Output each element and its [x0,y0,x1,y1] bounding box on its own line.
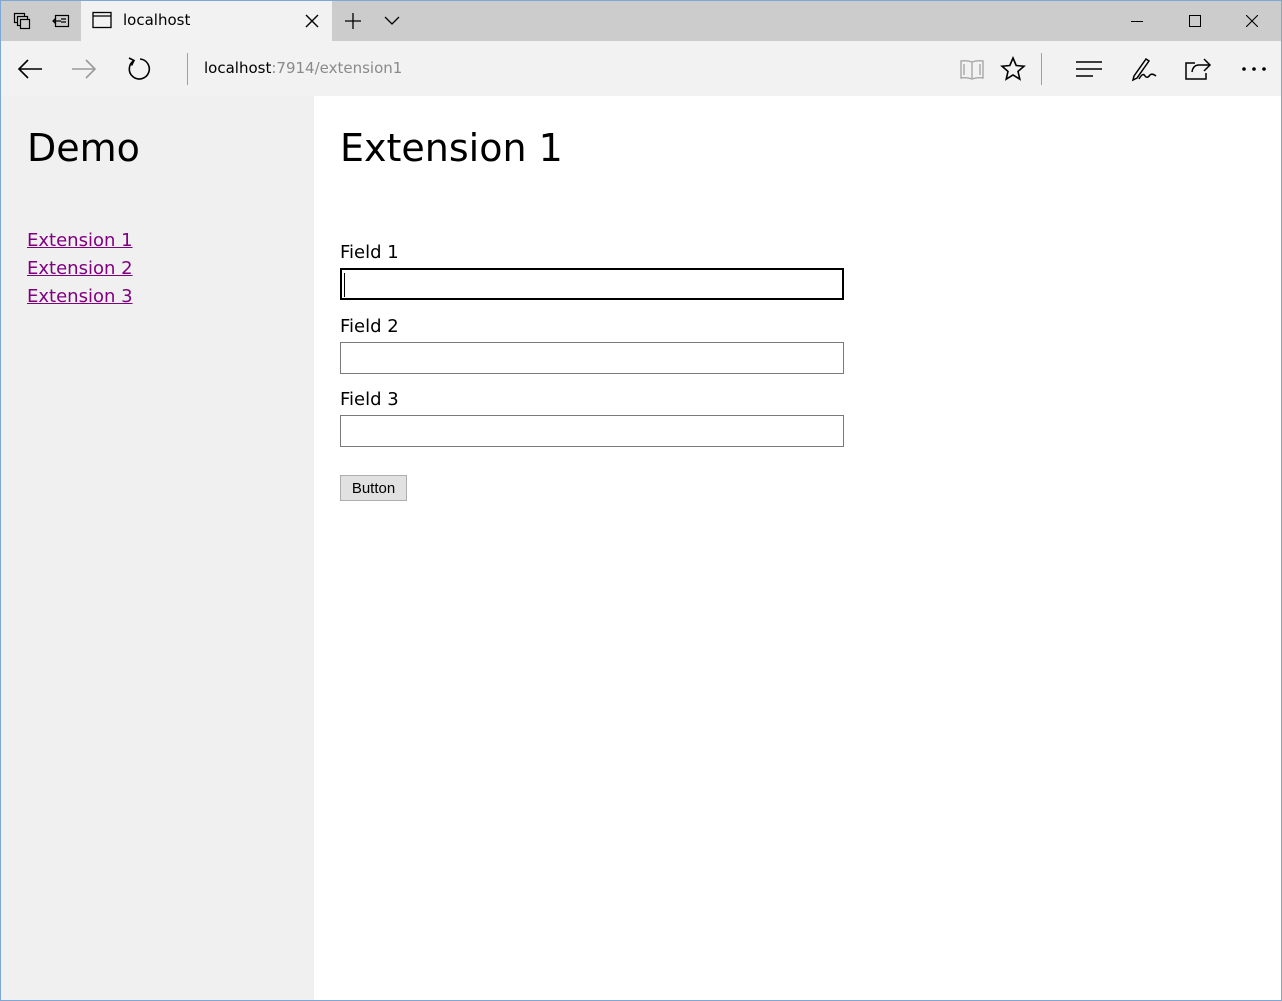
sidebar-item-extension-1: Extension 1 [27,230,133,258]
address-bar[interactable]: localhost:7914/extension1 [204,59,402,77]
close-window-icon[interactable] [1223,1,1281,41]
address-separator [187,53,188,85]
url-host: localhost [204,59,272,77]
url-path: :7914/extension1 [271,59,403,77]
restore-tabs-icon[interactable] [49,9,73,33]
share-icon[interactable] [1182,53,1214,85]
field-1-input[interactable] [340,268,844,300]
star-icon[interactable] [997,53,1029,85]
plus-icon[interactable] [341,10,365,32]
sidebar-title: Demo [27,126,140,170]
field-3-label: Field 3 [340,389,399,410]
browser-window: localhost localhost:7914/extension1 Demo… [0,0,1282,1001]
main-content: Extension 1 Field 1 Field 2 Field 3 Butt… [314,96,1281,1000]
refresh-icon[interactable] [123,53,155,85]
tabs-aside-icon[interactable] [10,9,34,33]
link-extension-2[interactable]: Extension 2 [27,258,133,279]
sidebar-nav: Extension 1 Extension 2 Extension 3 [27,230,133,314]
book-icon[interactable] [956,53,988,85]
arrow-left-icon[interactable] [14,53,46,85]
text-caret [344,273,345,297]
submit-button[interactable]: Button [340,475,407,501]
pen-icon[interactable] [1128,53,1160,85]
field-3-input[interactable] [340,415,844,447]
more-icon[interactable] [1238,53,1270,85]
link-extension-3[interactable]: Extension 3 [27,286,133,307]
link-extension-1[interactable]: Extension 1 [27,230,133,251]
navigation-bar: localhost:7914/extension1 [1,41,1281,96]
chevron-down-icon[interactable] [381,10,403,32]
maximize-icon[interactable] [1166,1,1224,41]
close-icon[interactable] [303,12,321,30]
tab-bar: localhost [1,1,1281,41]
field-2-input[interactable] [340,342,844,374]
minimize-icon[interactable] [1108,1,1166,41]
field-2-label: Field 2 [340,316,399,337]
sidebar-item-extension-2: Extension 2 [27,258,133,286]
toolbar-separator [1041,53,1042,85]
field-1-label: Field 1 [340,242,399,263]
page-icon [92,11,112,33]
sidebar: Demo Extension 1 Extension 2 Extension 3 [1,96,314,1000]
tab-title: localhost [123,11,191,29]
page-title: Extension 1 [340,126,563,170]
arrow-right-icon [68,53,100,85]
sidebar-item-extension-3: Extension 3 [27,286,133,314]
hub-icon[interactable] [1073,53,1105,85]
tab-localhost[interactable]: localhost [81,1,332,41]
